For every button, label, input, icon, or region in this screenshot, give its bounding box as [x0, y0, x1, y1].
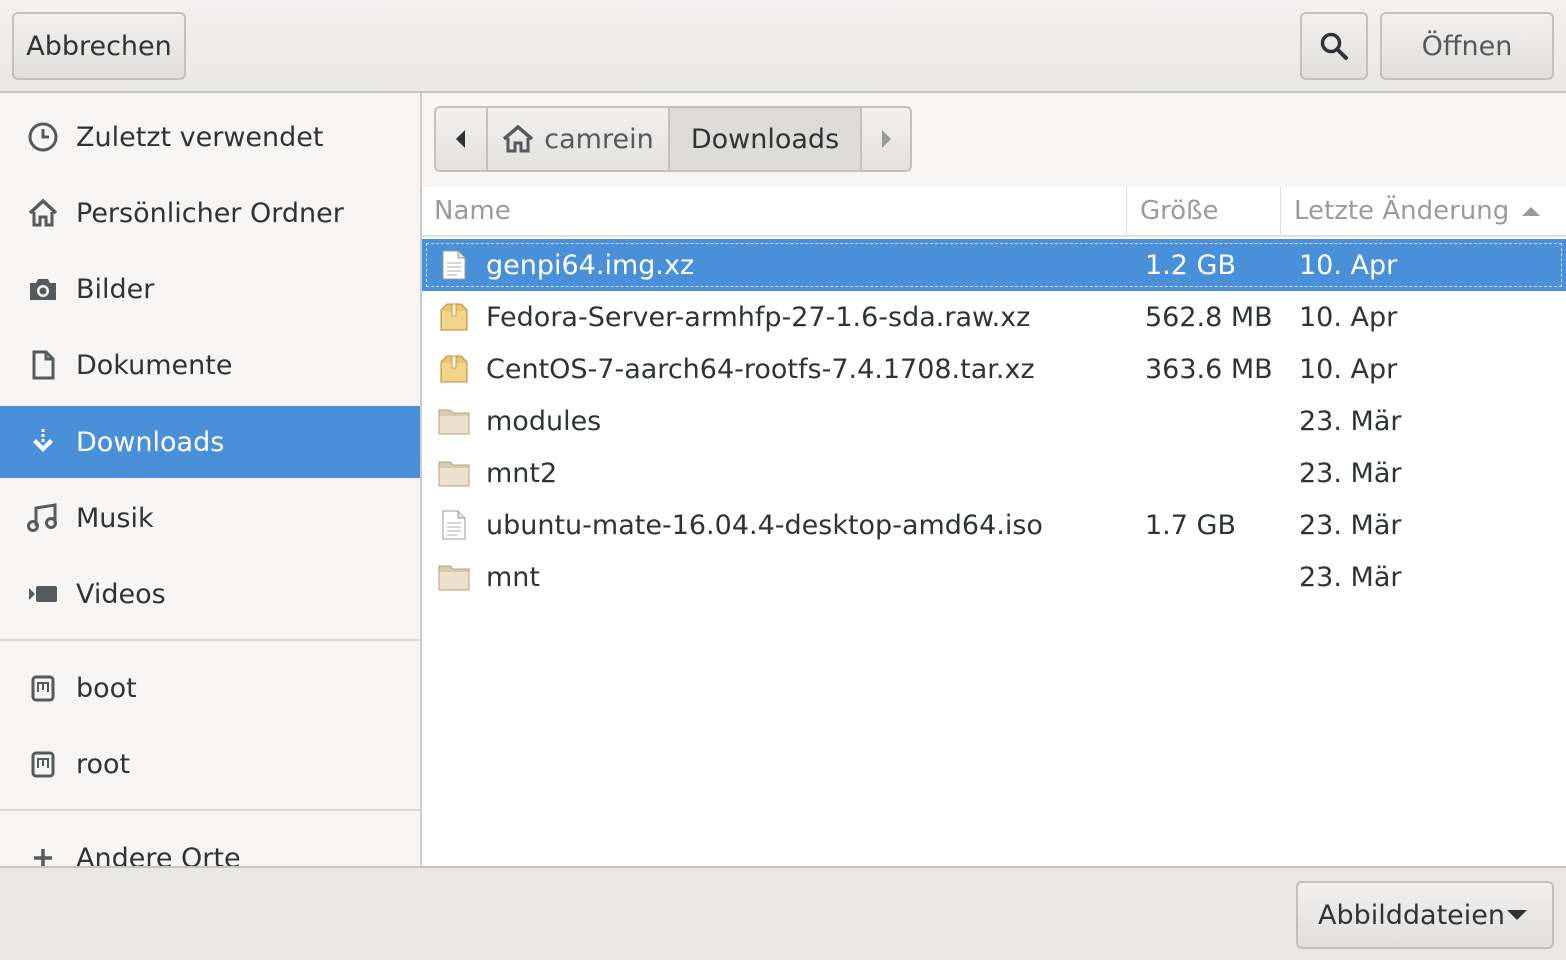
- column-name[interactable]: Name: [434, 187, 511, 235]
- file-size: 1.2 GB: [1145, 249, 1236, 281]
- sort-ascending-icon: [1522, 207, 1541, 216]
- file-size: 562.8 MB: [1145, 301, 1273, 333]
- chevron-right-icon: [882, 130, 891, 148]
- sidebar-item-boot[interactable]: boot: [0, 652, 420, 724]
- file-icon: [436, 239, 472, 291]
- download-icon: [27, 426, 59, 458]
- cancel-button[interactable]: Abbrechen: [12, 12, 186, 80]
- drive-icon: [27, 672, 59, 704]
- plus-icon: [27, 842, 59, 866]
- camera-icon: [27, 273, 59, 305]
- sidebar-item-label: Musik: [76, 502, 154, 534]
- file-name: mnt: [486, 561, 540, 593]
- file-date: 23. Mär: [1299, 509, 1402, 541]
- sidebar-item-videos[interactable]: Videos: [0, 558, 420, 630]
- path-forward-button[interactable]: [862, 108, 910, 170]
- sidebar-item-label: Dokumente: [76, 349, 233, 381]
- sidebar-item-recent[interactable]: Zuletzt verwendet: [0, 101, 420, 173]
- sidebar-item-label: boot: [76, 672, 137, 704]
- file-date: 10. Apr: [1299, 249, 1398, 281]
- sidebar-item-music[interactable]: Musik: [0, 482, 420, 554]
- file-date: 23. Mär: [1299, 561, 1402, 593]
- chevron-down-icon: [1507, 910, 1527, 920]
- sidebar-item-label: Downloads: [76, 426, 225, 458]
- folder-icon: [436, 395, 472, 447]
- folder-icon: [436, 447, 472, 499]
- archive-icon: [436, 291, 472, 343]
- pathbar-area: camrein Downloads: [422, 93, 1566, 188]
- home-icon: [503, 125, 534, 153]
- places-sidebar: Zuletzt verwendet Persönlicher Ordner Bi…: [0, 93, 422, 866]
- sidebar-item-label: Zuletzt verwendet: [76, 121, 324, 153]
- file-list: genpi64.img.xz 1.2 GB 10. Apr Fedora-Ser…: [422, 239, 1566, 603]
- chevron-left-icon: [456, 130, 465, 148]
- column-modified[interactable]: Letzte Änderung: [1294, 187, 1541, 235]
- path-bar: camrein Downloads: [434, 106, 912, 172]
- column-separator: [1126, 187, 1127, 235]
- file-filter-label: Abbilddateien: [1318, 899, 1505, 931]
- column-modified-label: Letzte Änderung: [1294, 196, 1510, 226]
- sidebar-item-other-locations[interactable]: Andere Orte: [0, 822, 420, 866]
- path-home-button[interactable]: camrein: [488, 108, 670, 170]
- sidebar-item-label: Persönlicher Ordner: [76, 197, 344, 229]
- file-name: Fedora-Server-armhfp-27-1.6-sda.raw.xz: [486, 301, 1031, 333]
- sidebar-item-documents[interactable]: Dokumente: [0, 329, 420, 401]
- sidebar-item-label: Bilder: [76, 273, 155, 305]
- file-name: genpi64.img.xz: [486, 249, 695, 281]
- table-row[interactable]: mnt2 23. Mär: [422, 447, 1566, 499]
- sidebar-item-label: root: [76, 748, 131, 780]
- file-browser: camrein Downloads Name Größe Letzte Ände…: [422, 93, 1566, 866]
- column-separator: [1280, 187, 1281, 235]
- path-current-label: Downloads: [690, 123, 840, 155]
- file-name: mnt2: [486, 457, 558, 489]
- file-name: ubuntu-mate-16.04.4-desktop-amd64.iso: [486, 509, 1043, 541]
- video-icon: [27, 578, 59, 610]
- sidebar-separator: [0, 809, 420, 811]
- file-name: CentOS-7-aarch64-rootfs-7.4.1708.tar.xz: [486, 353, 1035, 385]
- table-row[interactable]: mnt 23. Mär: [422, 551, 1566, 603]
- open-button[interactable]: Öffnen: [1380, 12, 1554, 80]
- archive-icon: [436, 343, 472, 395]
- column-header: Name Größe Letzte Änderung: [422, 187, 1566, 237]
- header-bar: Abbrechen Öffnen: [0, 0, 1566, 93]
- file-date: 23. Mär: [1299, 457, 1402, 489]
- path-back-button[interactable]: [436, 108, 488, 170]
- sidebar-item-pictures[interactable]: Bilder: [0, 253, 420, 325]
- sidebar-item-label: Andere Orte: [76, 842, 241, 867]
- table-row[interactable]: modules 23. Mär: [422, 395, 1566, 447]
- file-name: modules: [486, 405, 602, 437]
- column-size[interactable]: Größe: [1140, 187, 1219, 235]
- table-row[interactable]: Fedora-Server-armhfp-27-1.6-sda.raw.xz 5…: [422, 291, 1566, 343]
- drive-icon: [27, 748, 59, 780]
- path-current-button[interactable]: Downloads: [670, 108, 862, 170]
- sidebar-item-root[interactable]: root: [0, 728, 420, 800]
- file-date: 10. Apr: [1299, 353, 1398, 385]
- sidebar-item-downloads[interactable]: Downloads: [0, 406, 420, 478]
- file-date: 23. Mär: [1299, 405, 1402, 437]
- search-button[interactable]: [1300, 12, 1368, 80]
- sidebar-separator: [0, 639, 420, 641]
- clock-icon: [27, 121, 59, 153]
- action-bar: Abbilddateien: [0, 866, 1566, 960]
- file-icon: [436, 499, 472, 551]
- file-size: 1.7 GB: [1145, 509, 1236, 541]
- folder-icon: [436, 551, 472, 603]
- music-icon: [27, 502, 59, 534]
- table-row[interactable]: CentOS-7-aarch64-rootfs-7.4.1708.tar.xz …: [422, 343, 1566, 395]
- table-row[interactable]: ubuntu-mate-16.04.4-desktop-amd64.iso 1.…: [422, 499, 1566, 551]
- home-icon: [27, 197, 59, 229]
- sidebar-item-label: Videos: [76, 578, 166, 610]
- search-icon: [1320, 32, 1348, 60]
- file-size: 363.6 MB: [1145, 353, 1273, 385]
- document-icon: [27, 349, 59, 381]
- table-row[interactable]: genpi64.img.xz 1.2 GB 10. Apr: [422, 239, 1566, 291]
- path-home-label: camrein: [544, 123, 654, 155]
- sidebar-item-home[interactable]: Persönlicher Ordner: [0, 177, 420, 249]
- file-filter-dropdown[interactable]: Abbilddateien: [1296, 881, 1554, 949]
- file-date: 10. Apr: [1299, 301, 1398, 333]
